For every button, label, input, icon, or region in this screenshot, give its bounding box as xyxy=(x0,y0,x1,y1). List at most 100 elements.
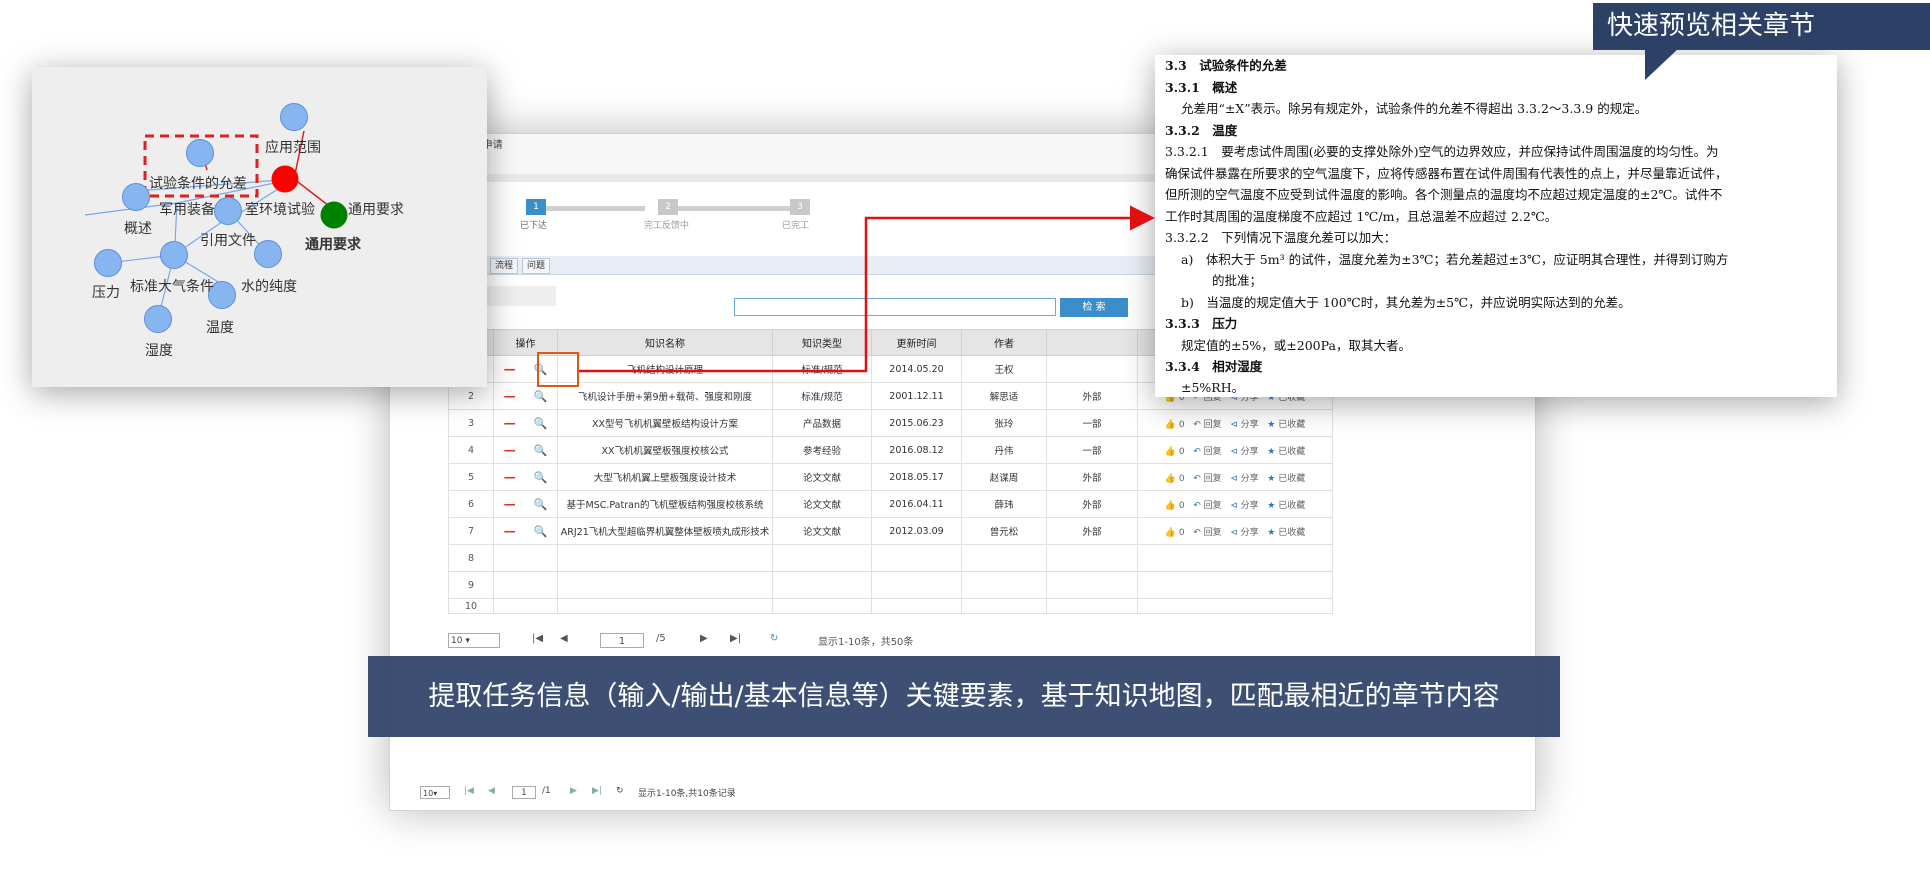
node-pressure[interactable] xyxy=(94,249,122,277)
row-name[interactable]: 飞机结构设计原理 xyxy=(557,355,773,383)
node-test-tolerance[interactable] xyxy=(186,139,214,167)
favorite-link[interactable]: 已收藏 xyxy=(1278,474,1305,484)
bottom-next-page-icon[interactable]: ▶ xyxy=(570,786,577,796)
bottom-pager: 10▾ |◀ ◀ 1 /1 ▶ ▶| ↻ 显示1-10条,共10条记录 xyxy=(420,786,1520,802)
favorite-link[interactable]: 已收藏 xyxy=(1278,501,1305,511)
page-number-input[interactable]: 1 xyxy=(600,633,644,648)
doc-heading-3-3: 3.3 试验条件的允差 xyxy=(1165,58,1287,73)
last-page-icon[interactable]: ▶| xyxy=(730,633,741,644)
first-page-icon[interactable]: |◀ xyxy=(532,633,543,644)
row-date: 2001.12.11 xyxy=(871,382,962,410)
remove-icon[interactable]: — xyxy=(504,443,516,457)
star-icon[interactable]: ★ xyxy=(1267,501,1275,511)
doc-paragraph: 3.3.2.1 要考虑试件周围(必要的支撑处除外)空气的边界效应，并应保持试件周… xyxy=(1165,144,1719,159)
like-icon[interactable]: 👍 xyxy=(1165,420,1176,430)
node-ref-docs[interactable] xyxy=(254,240,282,268)
favorite-link[interactable]: 已收藏 xyxy=(1278,528,1305,538)
step-connector xyxy=(677,206,792,211)
node-std-atm[interactable] xyxy=(160,241,188,269)
row-name[interactable]: 大型飞机机翼上壁板强度设计技术 xyxy=(557,463,773,491)
reply-link[interactable]: 回复 xyxy=(1204,501,1222,511)
reply-link[interactable]: 回复 xyxy=(1204,528,1222,538)
bottom-refresh-icon[interactable]: ↻ xyxy=(616,786,624,796)
selected-preview-highlight xyxy=(537,352,579,387)
reply-link[interactable]: 回复 xyxy=(1204,420,1222,430)
tab-process[interactable]: 流程 xyxy=(490,258,518,274)
row-name[interactable]: XX飞机机翼壁板强度校核公式 xyxy=(557,436,773,464)
bottom-first-page-icon[interactable]: |◀ xyxy=(464,786,474,796)
node-general-req-current[interactable] xyxy=(320,201,348,229)
share-link[interactable]: 分享 xyxy=(1241,474,1259,484)
share-link[interactable]: 分享 xyxy=(1241,528,1259,538)
remove-icon[interactable]: — xyxy=(504,362,516,376)
row-date xyxy=(871,544,962,572)
node-humidity[interactable] xyxy=(144,305,172,333)
row-name[interactable]: ARJ21飞机大型超临界机翼整体壁板喷丸成形技术 xyxy=(557,517,773,545)
reply-icon[interactable]: ↶ xyxy=(1193,420,1201,430)
favorite-link[interactable]: 已收藏 xyxy=(1278,447,1305,457)
share-icon[interactable]: ⊲ xyxy=(1230,528,1238,538)
table-row: 8 xyxy=(448,544,1333,572)
row-author: 王权 xyxy=(961,355,1047,383)
preview-magnifier-icon[interactable]: 🔍 xyxy=(534,471,548,484)
node-lab-env-active[interactable] xyxy=(271,165,299,193)
remove-icon[interactable]: — xyxy=(504,497,516,511)
reply-link[interactable]: 回复 xyxy=(1204,474,1222,484)
doc-heading-3-3-2: 3.3.2 温度 xyxy=(1165,123,1238,138)
reply-icon[interactable]: ↶ xyxy=(1193,474,1201,484)
share-link[interactable]: 分享 xyxy=(1241,420,1259,430)
like-icon[interactable]: 👍 xyxy=(1165,528,1176,538)
preview-magnifier-icon[interactable]: 🔍 xyxy=(534,525,548,538)
node-military[interactable] xyxy=(214,197,242,225)
bottom-prev-page-icon[interactable]: ◀ xyxy=(488,786,495,796)
bottom-page-number-input[interactable]: 1 xyxy=(512,786,536,799)
tab-issues[interactable]: 问题 xyxy=(522,258,550,274)
node-overview[interactable] xyxy=(122,183,150,211)
like-icon[interactable]: 👍 xyxy=(1165,447,1176,457)
remove-icon[interactable]: — xyxy=(504,389,516,403)
preview-magnifier-icon[interactable]: 🔍 xyxy=(534,417,548,430)
share-icon[interactable]: ⊲ xyxy=(1230,474,1238,484)
share-icon[interactable]: ⊲ xyxy=(1230,420,1238,430)
reply-icon[interactable]: ↶ xyxy=(1193,447,1201,457)
star-icon[interactable]: ★ xyxy=(1267,420,1275,430)
next-page-icon[interactable]: ▶ xyxy=(700,633,708,644)
share-icon[interactable]: ⊲ xyxy=(1230,501,1238,511)
reply-icon[interactable]: ↶ xyxy=(1193,528,1201,538)
row-index: 7 xyxy=(448,517,494,545)
like-icon[interactable]: 👍 xyxy=(1165,501,1176,511)
preview-magnifier-icon[interactable]: 🔍 xyxy=(534,444,548,457)
doc-heading-3-3-1: 3.3.1 概述 xyxy=(1165,80,1238,95)
bottom-last-page-icon[interactable]: ▶| xyxy=(592,786,602,796)
star-icon[interactable]: ★ xyxy=(1267,447,1275,457)
favorite-link[interactable]: 已收藏 xyxy=(1278,420,1305,430)
row-name[interactable]: XX型号飞机机翼壁板结构设计方案 xyxy=(557,409,773,437)
share-link[interactable]: 分享 xyxy=(1241,447,1259,457)
doc-heading-3-3-3: 3.3.3 压力 xyxy=(1165,316,1238,331)
node-scope[interactable] xyxy=(280,103,308,131)
refresh-icon[interactable]: ↻ xyxy=(770,633,778,644)
col-author: 作者 xyxy=(961,329,1047,356)
page-size-select[interactable]: 10 ▾ xyxy=(448,633,500,648)
prev-page-icon[interactable]: ◀ xyxy=(560,633,568,644)
row-name[interactable]: 飞机设计手册+第9册+载荷、强度和刚度 xyxy=(557,382,773,410)
row-date: 2014.05.20 xyxy=(871,355,962,383)
search-button[interactable]: 检 索 xyxy=(1060,298,1128,317)
star-icon[interactable]: ★ xyxy=(1267,528,1275,538)
reply-icon[interactable]: ↶ xyxy=(1193,501,1201,511)
preview-magnifier-icon[interactable]: 🔍 xyxy=(534,390,548,403)
share-link[interactable]: 分享 xyxy=(1241,501,1259,511)
remove-icon[interactable]: — xyxy=(504,416,516,430)
search-input[interactable] xyxy=(734,298,1056,316)
star-icon[interactable]: ★ xyxy=(1267,474,1275,484)
like-icon[interactable]: 👍 xyxy=(1165,474,1176,484)
row-source xyxy=(1046,544,1138,572)
share-icon[interactable]: ⊲ xyxy=(1230,447,1238,457)
remove-icon[interactable]: — xyxy=(504,470,516,484)
like-count: 0 xyxy=(1178,473,1185,484)
reply-link[interactable]: 回复 xyxy=(1204,447,1222,457)
row-name[interactable]: 基于MSC.Patran的飞机壁板结构强度校核系统 xyxy=(557,490,773,518)
remove-icon[interactable]: — xyxy=(504,524,516,538)
bottom-page-size-select[interactable]: 10▾ xyxy=(420,786,450,799)
preview-magnifier-icon[interactable]: 🔍 xyxy=(534,498,548,511)
